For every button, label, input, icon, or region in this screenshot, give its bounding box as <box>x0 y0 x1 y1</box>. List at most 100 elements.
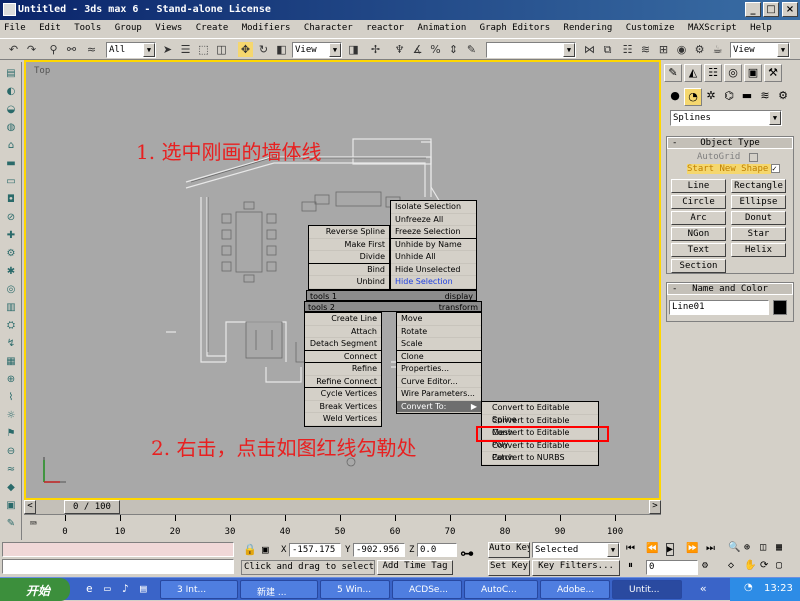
lights-icon[interactable]: ✲ <box>702 88 720 106</box>
maxscript-output-field[interactable] <box>2 559 234 574</box>
cameras-icon[interactable]: ⌬ <box>720 88 738 106</box>
arc-rotate-icon[interactable]: ⟳ <box>760 560 768 571</box>
menu-item-reverse-spline[interactable]: Reverse Spline <box>309 226 389 239</box>
reactor-tool-icon[interactable]: ▤ <box>4 68 18 81</box>
line-button[interactable]: Line <box>671 179 726 193</box>
go-to-start-icon[interactable]: ⏮ <box>626 543 635 554</box>
y-coord-field[interactable]: -902.956 <box>353 543 405 557</box>
named-selection-icon[interactable]: ✎ <box>464 42 479 57</box>
menu-item-convert-to[interactable]: Convert To: ▶ <box>397 400 481 413</box>
time-slider[interactable]: < 0 / 100 > <box>24 500 661 514</box>
reactor-tool-icon[interactable]: ◐ <box>4 86 18 99</box>
current-frame-field[interactable]: 0 <box>646 560 698 575</box>
display-tab-icon[interactable]: ▣ <box>744 64 762 82</box>
reactor-tool-icon[interactable]: ⛭ <box>4 320 18 333</box>
key-mode-icon[interactable]: ⊶ <box>460 546 474 562</box>
menu-item-rotate[interactable]: Rotate <box>397 326 481 338</box>
time-config-icon[interactable]: ⚙ <box>702 560 708 571</box>
modify-tab-icon[interactable]: ◭ <box>684 64 702 82</box>
select-by-name-icon[interactable]: ☰ <box>178 42 193 57</box>
create-tab-icon[interactable]: ✎ <box>664 64 682 82</box>
named-selection-sets-combo[interactable]: ▼ <box>486 42 576 58</box>
menu-item-hide-unselected[interactable]: Hide Unselected <box>391 264 476 276</box>
name-color-rollout-header[interactable]: - Name and Color <box>667 283 793 295</box>
track-bar-icon[interactable]: ⌨ <box>30 517 37 530</box>
menu-item-cycle-vertices[interactable]: Cycle Vertices <box>305 388 381 401</box>
menu-item-detach-segment[interactable]: Detach Segment <box>305 338 381 351</box>
utilities-tab-icon[interactable]: ⚒ <box>764 64 782 82</box>
key-mode-combo[interactable]: Selected ▼ <box>532 542 620 558</box>
menu-graph-editors[interactable]: Graph Editors <box>480 23 550 33</box>
object-type-rollout-header[interactable]: - Object Type <box>667 137 793 149</box>
redo-icon[interactable]: ↷ <box>24 42 39 57</box>
render-scene-icon[interactable]: ⚙ <box>692 42 707 57</box>
reactor-tool-icon[interactable]: ◎ <box>4 284 18 297</box>
menu-help[interactable]: Help <box>750 23 772 33</box>
go-to-end-icon[interactable]: ⏭ <box>706 543 715 554</box>
shapes-icon[interactable]: ◔ <box>684 88 702 106</box>
desktop-quicklaunch-icon[interactable]: ▭ <box>104 582 111 595</box>
maximize-button[interactable]: □ <box>763 2 779 17</box>
menu-item-move[interactable]: Move <box>397 313 481 326</box>
render-view-combo[interactable]: View ▼ <box>730 42 790 58</box>
donut-button[interactable]: Donut <box>731 211 786 225</box>
reactor-tool-icon[interactable]: ⊖ <box>4 446 18 459</box>
menu-item-unbind[interactable]: Unbind <box>309 276 389 289</box>
reactor-tool-icon[interactable]: ▬ <box>4 158 18 171</box>
bind-space-warp-icon[interactable]: ≈ <box>84 42 99 57</box>
quick-render-icon[interactable]: ☕ <box>710 42 725 57</box>
menu-maxscript[interactable]: MAXScript <box>688 23 737 33</box>
taskbar-item[interactable]: 新建 ... <box>240 580 318 599</box>
reactor-tool-icon[interactable]: ▭ <box>4 176 18 189</box>
ie-quicklaunch-icon[interactable]: e <box>86 582 93 595</box>
reactor-tool-icon[interactable]: ⌂ <box>4 140 18 153</box>
reactor-tool-icon[interactable]: ◆ <box>4 482 18 495</box>
taskbar-item[interactable]: 3 Int... <box>160 580 238 599</box>
menu-item-refine[interactable]: Refine <box>305 363 381 376</box>
snap-3d-icon[interactable]: ♆ <box>392 42 407 57</box>
menu-item-convert-nurbs[interactable]: Convert to NURBS <box>482 452 598 465</box>
unlink-icon[interactable]: ⚯ <box>64 42 79 57</box>
schematic-view-icon[interactable]: ⊞ <box>656 42 671 57</box>
percent-snap-icon[interactable]: % <box>428 42 443 57</box>
section-button[interactable]: Section <box>671 259 726 273</box>
track-bar[interactable]: ⌨ 0 10 20 30 40 50 60 70 80 90 100 <box>24 514 661 540</box>
reactor-tool-icon[interactable]: ◘ <box>4 194 18 207</box>
play-icon[interactable]: ▶ <box>666 543 675 556</box>
taskbar-item[interactable]: 5 Win... <box>320 580 390 599</box>
menu-item-unhide-all[interactable]: Unhide All <box>391 251 476 264</box>
menu-create[interactable]: Create <box>196 23 229 33</box>
pivot-center-icon[interactable]: ◨ <box>346 42 361 57</box>
z-coord-field[interactable]: 0.0 <box>417 543 457 557</box>
menu-views[interactable]: Views <box>155 23 182 33</box>
reactor-tool-icon[interactable]: ⊘ <box>4 212 18 225</box>
menu-character[interactable]: Character <box>304 23 353 33</box>
prev-key-icon[interactable]: ⏪ <box>646 543 658 554</box>
menu-item-hide-selection[interactable]: Hide Selection <box>391 276 476 289</box>
menu-item-clone[interactable]: Clone <box>397 351 481 363</box>
menu-group[interactable]: Group <box>115 23 142 33</box>
menu-item-freeze-selection[interactable]: Freeze Selection <box>391 226 476 239</box>
set-key-button[interactable]: Set Key <box>488 560 530 576</box>
menu-item-weld-vertices[interactable]: Weld Vertices <box>305 413 381 426</box>
select-scale-icon[interactable]: ◧ <box>274 42 289 57</box>
time-slider-thumb[interactable]: 0 / 100 <box>64 500 120 514</box>
menu-item-connect[interactable]: Connect <box>305 351 381 363</box>
menu-item-unfreeze-all[interactable]: Unfreeze All <box>391 214 476 226</box>
zoom-extents-icon[interactable]: ◫ <box>760 542 766 553</box>
text-button[interactable]: Text <box>671 243 726 257</box>
reactor-tool-icon[interactable]: ▣ <box>4 500 18 513</box>
window-crossing-icon[interactable]: ◫ <box>214 42 229 57</box>
maxscript-listener-field[interactable] <box>2 542 234 557</box>
hierarchy-tab-icon[interactable]: ☷ <box>704 64 722 82</box>
menu-file[interactable]: File <box>4 23 26 33</box>
prev-frame-icon[interactable]: < <box>24 500 36 514</box>
absolute-mode-icon[interactable]: ▣ <box>262 543 269 556</box>
select-object-icon[interactable]: ➤ <box>160 42 175 57</box>
menu-item-attach[interactable]: Attach <box>305 326 381 338</box>
menu-item-wire-parameters[interactable]: Wire Parameters... <box>397 388 481 401</box>
object-color-swatch[interactable] <box>773 300 787 315</box>
space-warps-icon[interactable]: ≋ <box>756 88 774 106</box>
key-mode-toggle-icon[interactable]: ⏸ <box>628 560 633 571</box>
curve-editor-icon[interactable]: ≋ <box>638 42 653 57</box>
